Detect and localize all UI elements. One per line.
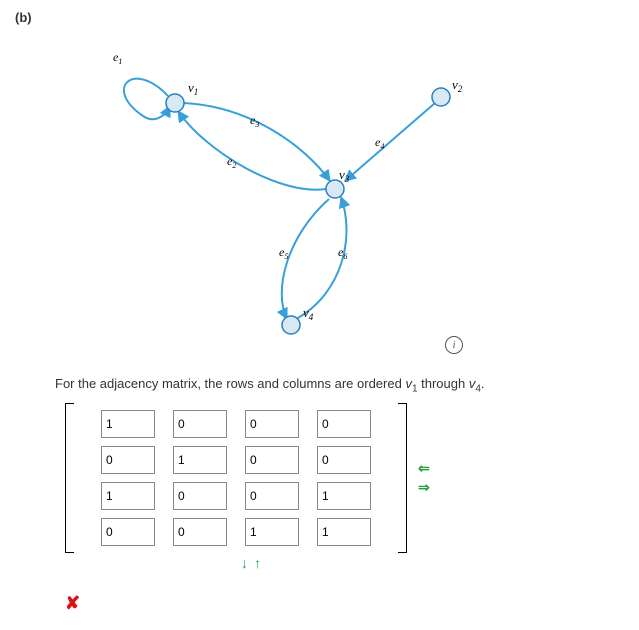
matrix-left-bracket bbox=[65, 403, 74, 553]
edge-e4 bbox=[345, 103, 435, 181]
vertex-label-v2: v2 bbox=[452, 77, 463, 94]
table-row bbox=[100, 445, 372, 475]
add-col-icon[interactable]: ↑ bbox=[253, 555, 266, 571]
info-icon[interactable]: i bbox=[445, 336, 463, 354]
adjacency-matrix bbox=[84, 403, 388, 553]
incorrect-icon: ✘ bbox=[65, 593, 624, 614]
matrix-cell[interactable] bbox=[245, 410, 299, 438]
edge-e5 bbox=[282, 199, 329, 319]
prompt-pre: For the adjacency matrix, the rows and c… bbox=[55, 376, 405, 391]
vertex-label-v1: v1 bbox=[188, 80, 198, 97]
matrix-cell[interactable] bbox=[173, 482, 227, 510]
matrix-cell[interactable] bbox=[317, 446, 371, 474]
prompt-through: through bbox=[418, 376, 469, 391]
remove-row-icon[interactable]: ⇐ bbox=[417, 460, 431, 477]
row-controls: ⇐ ⇒ bbox=[417, 460, 431, 496]
matrix-cell[interactable] bbox=[317, 482, 371, 510]
matrix-right-bracket bbox=[398, 403, 407, 553]
prompt-period: . bbox=[481, 376, 485, 391]
matrix-cell[interactable] bbox=[317, 410, 371, 438]
matrix-cell[interactable] bbox=[101, 446, 155, 474]
vertex-v3 bbox=[326, 180, 344, 198]
matrix-cell[interactable] bbox=[173, 446, 227, 474]
edge-e3 bbox=[183, 103, 330, 181]
edge-label-e5: e5 bbox=[279, 245, 288, 261]
matrix-cell[interactable] bbox=[101, 410, 155, 438]
matrix-cell[interactable] bbox=[173, 410, 227, 438]
matrix-cell[interactable] bbox=[101, 518, 155, 546]
vertex-v4 bbox=[282, 316, 300, 334]
vertex-v2 bbox=[432, 88, 450, 106]
col-controls: ↓↑ bbox=[240, 555, 624, 573]
edge-label-e1: e1 bbox=[113, 50, 122, 66]
edge-label-e4: e4 bbox=[375, 135, 384, 151]
matrix-cell[interactable] bbox=[245, 446, 299, 474]
table-row bbox=[100, 409, 372, 439]
add-row-icon[interactable]: ⇒ bbox=[417, 479, 431, 496]
part-label: (b) bbox=[15, 10, 624, 25]
prompt-text: For the adjacency matrix, the rows and c… bbox=[55, 376, 624, 395]
matrix-area: ⇐ ⇒ bbox=[65, 403, 624, 553]
matrix-cell[interactable] bbox=[101, 482, 155, 510]
graph-svg: e1 e3 e2 e4 e5 e6 v1 v2 v3 v4 bbox=[55, 31, 485, 341]
edge-label-e2: e2 bbox=[227, 154, 236, 170]
matrix-cell[interactable] bbox=[245, 482, 299, 510]
matrix-cell[interactable] bbox=[317, 518, 371, 546]
remove-col-icon[interactable]: ↓ bbox=[240, 555, 253, 571]
table-row bbox=[100, 481, 372, 511]
vertex-v1 bbox=[166, 94, 184, 112]
table-row bbox=[100, 517, 372, 547]
matrix-cell[interactable] bbox=[173, 518, 227, 546]
matrix-cell[interactable] bbox=[245, 518, 299, 546]
vertex-label-v3: v3 bbox=[339, 167, 350, 184]
edge-e1 bbox=[124, 79, 170, 120]
edge-label-e3: e3 bbox=[250, 113, 259, 129]
graph-figure: e1 e3 e2 e4 e5 e6 v1 v2 v3 v4 bbox=[55, 31, 624, 344]
